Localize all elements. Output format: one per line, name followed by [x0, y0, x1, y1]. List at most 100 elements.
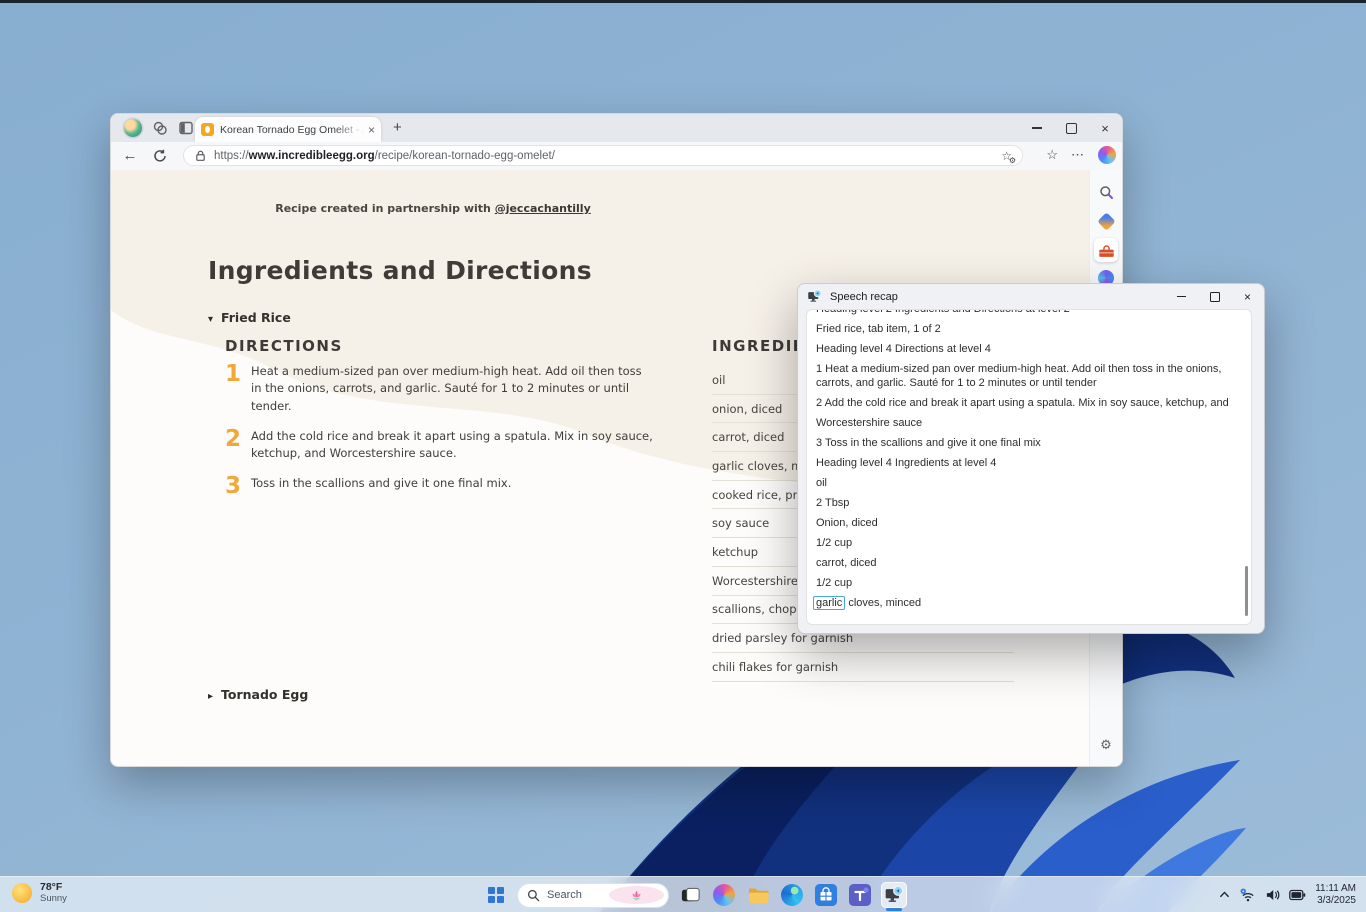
battery-icon[interactable] — [1289, 889, 1306, 901]
desktop: Korean Tornado Egg Omelet - A × + × ← — [0, 0, 1366, 912]
sun-icon — [12, 883, 32, 903]
speech-recap-title: Speech recap — [830, 291, 898, 303]
weather-temp: 78°F — [40, 881, 67, 893]
teams-icon — [849, 884, 871, 906]
accordion-fried-rice[interactable]: ▾Fried Rice — [208, 310, 291, 325]
partner-link[interactable]: @jeccachantilly — [495, 202, 591, 215]
transcript-current-line: garlic cloves, minced — [807, 596, 1251, 610]
clock-time: 11:11 AM — [1315, 883, 1356, 895]
sidebar-tools-button[interactable] — [1094, 238, 1118, 262]
bookmark-settings-icon[interactable]: ☆⚙ — [1001, 149, 1012, 163]
taskbar-clock[interactable]: 11:11 AM 3/3/2025 — [1315, 883, 1356, 907]
browser-minimize-button[interactable] — [1020, 114, 1054, 142]
transcript-lines: Heading level 2 Ingredients and Directio… — [807, 309, 1251, 590]
wifi-icon[interactable] — [1240, 888, 1256, 902]
step-text: Add the cold rice and break it apart usi… — [251, 428, 653, 463]
speech-close-button[interactable]: × — [1231, 284, 1264, 309]
vertical-tabs-icon[interactable] — [178, 120, 194, 136]
sidebar-settings-gear-icon[interactable]: ⚙ — [1094, 733, 1118, 757]
back-button[interactable]: ← — [121, 147, 139, 165]
browser-maximize-button[interactable] — [1054, 114, 1088, 142]
taskbar-search-box[interactable]: Search — [517, 883, 669, 908]
weather-widget[interactable]: 78°F Sunny — [12, 881, 67, 904]
clock-date: 3/3/2025 — [1315, 895, 1356, 907]
search-icon — [527, 889, 540, 902]
toolbox-icon — [1098, 243, 1115, 258]
volume-icon[interactable] — [1265, 888, 1280, 902]
caret-right-icon: ▸ — [208, 691, 213, 702]
browser-close-button[interactable]: × — [1088, 114, 1122, 142]
browser-tab-strip: Korean Tornado Egg Omelet - A × + × — [111, 114, 1122, 142]
narrator-icon — [884, 885, 904, 905]
screen-top-edge — [0, 0, 1366, 3]
narrator-icon — [807, 289, 822, 304]
url-text: https://www.incredibleegg.org/recipe/kor… — [214, 150, 555, 162]
profile-avatar[interactable] — [124, 119, 142, 137]
weather-condition: Sunny — [40, 893, 67, 904]
sidebar-shopping-button[interactable] — [1094, 209, 1118, 233]
search-highlight-lotus-icon — [609, 886, 664, 904]
more-menu-icon[interactable]: ⋯ — [1071, 147, 1085, 163]
transcript-line: Worcestershire sauce — [816, 416, 1237, 430]
transcript-line: 3 Toss in the scallions and give it one … — [816, 436, 1237, 450]
refresh-button[interactable] — [153, 149, 167, 163]
task-view-icon — [680, 885, 701, 906]
file-explorer-icon — [747, 884, 769, 906]
search-icon — [1099, 185, 1114, 200]
step-text: Toss in the scallions and give it one fi… — [251, 475, 511, 498]
browser-tab-active[interactable]: Korean Tornado Egg Omelet - A × — [195, 117, 381, 142]
start-button[interactable] — [483, 882, 509, 908]
lock-icon — [194, 149, 207, 162]
transcript-line: 1/2 cup — [816, 576, 1237, 590]
speech-recap-window: Speech recap × Heading level 2 Ingredien… — [797, 283, 1265, 634]
step-number: 2 — [225, 428, 251, 463]
partnership-line: Recipe created in partnership with @jecc… — [203, 202, 663, 215]
speech-recap-titlebar[interactable]: Speech recap × — [798, 284, 1264, 309]
speech-recap-app-button[interactable] — [881, 882, 907, 908]
copilot-app-button[interactable] — [711, 882, 737, 908]
speech-recap-transcript[interactable]: Heading level 2 Ingredients and Directio… — [806, 309, 1252, 625]
sidebar-search-button[interactable] — [1094, 180, 1118, 204]
tab-close-icon[interactable]: × — [368, 124, 375, 136]
transcript-line: 1/2 cup — [816, 536, 1237, 550]
speech-minimize-button[interactable] — [1165, 284, 1198, 309]
task-view-button[interactable] — [677, 882, 703, 908]
highlighted-word: garlic — [813, 596, 845, 610]
file-explorer-button[interactable] — [745, 882, 771, 908]
favorites-star-icon[interactable]: ☆ — [1046, 147, 1058, 163]
active-app-indicator — [886, 908, 902, 911]
browser-toolbar: ← https://www.incredibleegg.org/recipe/k… — [111, 142, 1122, 171]
speech-maximize-button[interactable] — [1198, 284, 1231, 309]
tray-chevron-up-icon[interactable] — [1218, 888, 1231, 901]
search-placeholder: Search — [547, 889, 602, 901]
transcript-line: Onion, diced — [816, 516, 1237, 530]
transcript-line: oil — [816, 476, 1237, 490]
address-bar[interactable]: https://www.incredibleegg.org/recipe/kor… — [183, 145, 1023, 166]
page-title: Ingredients and Directions — [208, 256, 592, 285]
transcript-line: 2 Tbsp — [816, 496, 1237, 510]
tab-title: Korean Tornado Egg Omelet - A — [220, 124, 364, 136]
copilot-icon — [713, 884, 735, 906]
windows-logo-icon — [488, 887, 504, 903]
edge-button[interactable] — [779, 882, 805, 908]
microsoft-store-button[interactable] — [813, 882, 839, 908]
new-tab-button[interactable]: + — [393, 119, 402, 137]
edge-icon — [781, 884, 803, 906]
directions-heading: DIRECTIONS — [225, 337, 343, 355]
transcript-line: 1 Heat a medium-sized pan over medium-hi… — [816, 362, 1237, 390]
teams-button[interactable] — [847, 882, 873, 908]
direction-step: 1 Heat a medium-sized pan over medium-hi… — [225, 363, 653, 415]
taskbar: 78°F Sunny Search — [0, 876, 1366, 912]
browser-window-controls: × — [1020, 114, 1122, 142]
transcript-line: Heading level 2 Ingredients and Directio… — [816, 309, 1237, 316]
caret-down-icon: ▾ — [208, 314, 213, 325]
transcript-line: carrot, diced — [816, 556, 1237, 570]
copilot-icon[interactable] — [1098, 146, 1116, 164]
ingredient-row: chili flakes for garnish — [712, 653, 1014, 682]
directions-list: 1 Heat a medium-sized pan over medium-hi… — [225, 363, 653, 511]
accordion-tornado-egg[interactable]: ▸Tornado Egg — [208, 687, 308, 702]
transcript-line: Heading level 4 Ingredients at level 4 — [816, 456, 1237, 470]
transcript-scrollbar[interactable] — [1245, 566, 1248, 616]
transcript-line: 2 Add the cold rice and break it apart u… — [816, 396, 1237, 410]
workspaces-icon[interactable] — [152, 120, 168, 136]
